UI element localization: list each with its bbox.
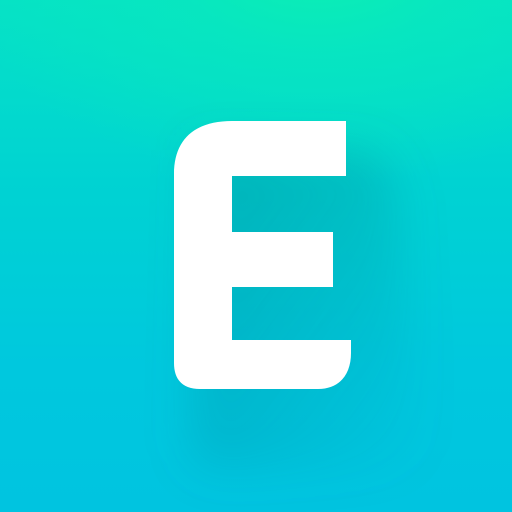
letter-e-logo-icon: [174, 121, 351, 389]
app-icon: [0, 0, 512, 512]
